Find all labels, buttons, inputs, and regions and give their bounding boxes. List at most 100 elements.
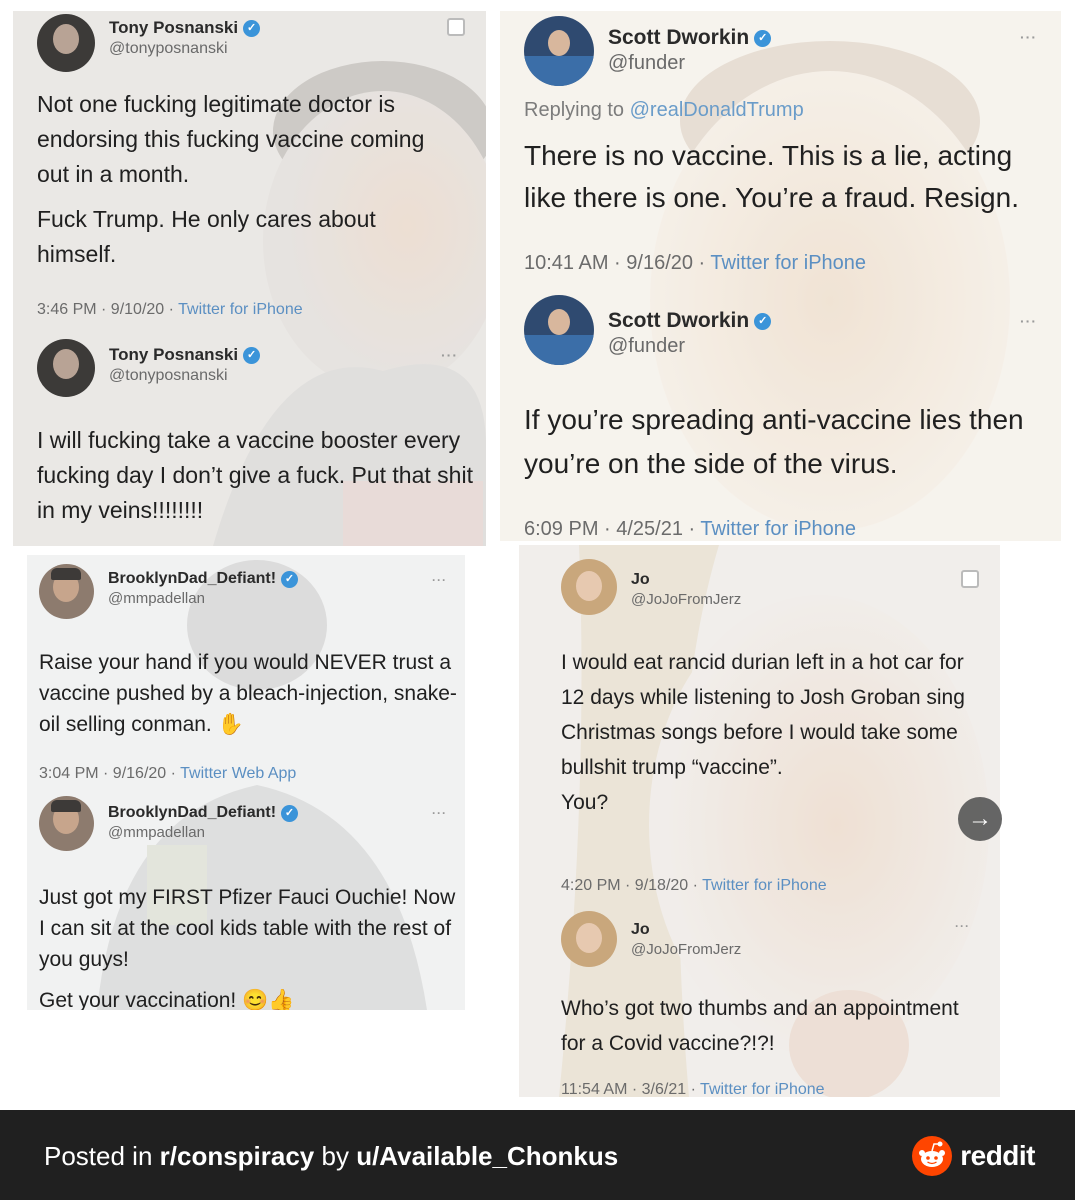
tweet-meta: 3:46 PM · 9/10/20 · Twitter for iPhone — [37, 301, 303, 319]
tweet-source[interactable]: Twitter Web App — [180, 765, 296, 782]
tweet-author: Scott Dworkin ✓ @funder — [524, 295, 772, 365]
tweet-time[interactable]: 3:04 PM · 9/16/20 · — [39, 765, 180, 782]
more-options-icon[interactable]: ··· — [1020, 313, 1037, 329]
avatar[interactable] — [561, 559, 617, 615]
tweet-author: Scott Dworkin ✓ @funder — [524, 16, 772, 86]
author-name[interactable]: Tony Posnanski — [109, 345, 238, 365]
by-label: by — [314, 1141, 357, 1171]
tweet: Jo @JoJoFromJerz I would eat rancid duri… — [519, 545, 1000, 905]
more-options-icon[interactable]: ··· — [1020, 29, 1037, 45]
tweet-source[interactable]: Twitter for iPhone — [700, 518, 856, 540]
tweet-source[interactable]: Twitter for iPhone — [702, 877, 827, 894]
tweet-time[interactable]: 4:20 PM · 9/18/20 · — [561, 877, 702, 894]
arrow-right-icon: → — [968, 805, 992, 832]
username-link[interactable]: u/Available_Chonkus — [356, 1141, 618, 1171]
tweet-author: Tony Posnanski ✓ @tonyposnanski — [37, 14, 261, 72]
reddit-snoo-icon — [912, 1136, 953, 1176]
tweet-time[interactable]: 11:54 AM · 3/6/21 · — [561, 1081, 700, 1097]
tweet-text: If you’re spreading anti-vaccine lies th… — [524, 404, 1024, 479]
avatar[interactable] — [39, 564, 94, 619]
tweet-time[interactable]: 10:41 AM · 9/16/20 · — [524, 252, 710, 274]
tweet-body: Just got my FIRST Pfizer Fauci Ouchie! N… — [39, 882, 459, 1010]
tweet-body: If you’re spreading anti-vaccine lies th… — [524, 398, 1024, 496]
verified-icon: ✓ — [754, 29, 772, 47]
author-name[interactable]: Scott Dworkin — [608, 26, 749, 50]
tweet-panel-tony-posnanski: Tony Posnanski ✓ @tonyposnanski Not one … — [13, 11, 486, 546]
reddit-logo[interactable]: reddit — [912, 1136, 1035, 1176]
tweet-text: Fuck Trump. He only cares about himself. — [37, 206, 376, 267]
tweet-text: Who’s got two thumbs and an appointment … — [561, 997, 959, 1055]
post-footer: Posted in r/conspiracy by u/Available_Ch… — [0, 1110, 1075, 1200]
tweet-body: I will fucking take a vaccine booster ev… — [37, 423, 477, 538]
avatar[interactable] — [37, 339, 95, 397]
author-handle[interactable]: @funder — [608, 335, 771, 358]
verified-icon: ✓ — [754, 312, 772, 330]
author-handle[interactable]: @mmpadellan — [108, 824, 298, 841]
author-name[interactable]: BrooklynDad_Defiant! — [108, 804, 276, 822]
tweet-text: There is no vaccine. This is a lie, acti… — [524, 140, 1019, 213]
tweet-text: You? — [561, 791, 609, 814]
tweet-source[interactable]: Twitter for iPhone — [700, 1081, 825, 1097]
tweet-author: BrooklynDad_Defiant! ✓ @mmpadellan — [39, 796, 299, 851]
tweet-text: I would eat rancid durian left in a hot … — [561, 651, 965, 779]
tweet-meta: 10:41 AM · 9/16/20 · Twitter for iPhone — [524, 252, 866, 275]
avatar[interactable] — [37, 14, 95, 72]
tweet-panel-brooklyndad: BrooklynDad_Defiant! ✓ @mmpadellan ··· R… — [27, 555, 465, 1010]
avatar[interactable] — [524, 295, 594, 365]
verified-icon: ✓ — [281, 804, 299, 822]
author-name[interactable]: Jo — [631, 571, 650, 589]
tweet-source[interactable]: Twitter for iPhone — [710, 252, 866, 274]
tweet-time[interactable]: 6:09 PM · 4/25/21 · — [524, 518, 700, 540]
replying-to-handle[interactable]: @realDonaldTrump — [630, 99, 804, 121]
verified-icon: ✓ — [243, 19, 261, 37]
tweet-meta: 3:04 PM · 9/16/20 · Twitter Web App — [39, 765, 296, 783]
tweet-author: Jo @JoJoFromJerz — [561, 911, 741, 967]
author-handle[interactable]: @JoJoFromJerz — [631, 591, 741, 608]
author-handle[interactable]: @mmpadellan — [108, 590, 298, 607]
author-handle[interactable]: @JoJoFromJerz — [631, 941, 741, 958]
tweet-time[interactable]: 3:46 PM · 9/10/20 · — [37, 301, 178, 318]
author-name[interactable]: BrooklynDad_Defiant! — [108, 570, 276, 588]
reddit-wordmark: reddit — [960, 1140, 1035, 1171]
post-caption: Posted in r/conspiracy by u/Available_Ch… — [44, 1141, 618, 1172]
tweet-author: Tony Posnanski ✓ @tonyposnanski — [37, 339, 261, 397]
verified-icon: ✓ — [281, 570, 299, 588]
author-name[interactable]: Scott Dworkin — [608, 309, 749, 333]
bookmark-icon[interactable] — [961, 570, 979, 588]
author-name[interactable]: Jo — [631, 921, 650, 939]
tweet-source[interactable]: Twitter for iPhone — [178, 301, 303, 318]
tweet-panel-jo: Jo @JoJoFromJerz I would eat rancid duri… — [519, 545, 1000, 1097]
tweet-meta: 6:09 PM · 4/25/21 · Twitter for iPhone — [524, 518, 856, 541]
tweet-body: Not one fucking legitimate doctor is end… — [37, 87, 457, 282]
tweet-author: BrooklynDad_Defiant! ✓ @mmpadellan — [39, 564, 299, 619]
tweet: Scott Dworkin ✓ @funder ··· If you’re sp… — [500, 291, 1061, 541]
author-handle[interactable]: @tonyposnanski — [109, 367, 260, 385]
posted-in-label: Posted in — [44, 1141, 160, 1171]
more-options-icon[interactable]: ··· — [432, 806, 447, 820]
more-options-icon[interactable]: ··· — [432, 573, 447, 587]
tweet: Scott Dworkin ✓ @funder ··· Replying to … — [500, 11, 1061, 291]
tweet-body: Who’s got two thumbs and an appointment … — [561, 991, 981, 1071]
subreddit-link[interactable]: r/conspiracy — [160, 1141, 315, 1171]
more-options-icon[interactable]: ··· — [441, 347, 458, 363]
tweet-body: There is no vaccine. This is a lie, acti… — [524, 135, 1034, 229]
tweet: BrooklynDad_Defiant! ✓ @mmpadellan ··· R… — [27, 555, 465, 790]
next-image-button[interactable]: → — [958, 797, 1002, 841]
author-handle[interactable]: @tonyposnanski — [109, 40, 260, 58]
tweet-body: Raise your hand if you would NEVER trust… — [39, 647, 459, 750]
tweet-body: I would eat rancid durian left in a hot … — [561, 645, 981, 830]
tweet: Jo @JoJoFromJerz ··· Who’s got two thumb… — [519, 905, 1000, 1097]
tweet-text: Just got my FIRST Pfizer Fauci Ouchie! N… — [39, 886, 456, 971]
tweet: Tony Posnanski ✓ @tonyposnanski Not one … — [13, 11, 486, 341]
more-options-icon[interactable]: ··· — [955, 919, 970, 933]
avatar[interactable] — [524, 16, 594, 86]
avatar[interactable] — [39, 796, 94, 851]
author-handle[interactable]: @funder — [608, 52, 771, 75]
author-name[interactable]: Tony Posnanski — [109, 18, 238, 38]
tweet-author: Jo @JoJoFromJerz — [561, 559, 741, 615]
bookmark-icon[interactable] — [447, 18, 465, 36]
raised-hand-icon: ✋ — [217, 713, 244, 736]
verified-icon: ✓ — [243, 346, 261, 364]
tweet-meta: 4:20 PM · 9/18/20 · Twitter for iPhone — [561, 877, 827, 895]
avatar[interactable] — [561, 911, 617, 967]
